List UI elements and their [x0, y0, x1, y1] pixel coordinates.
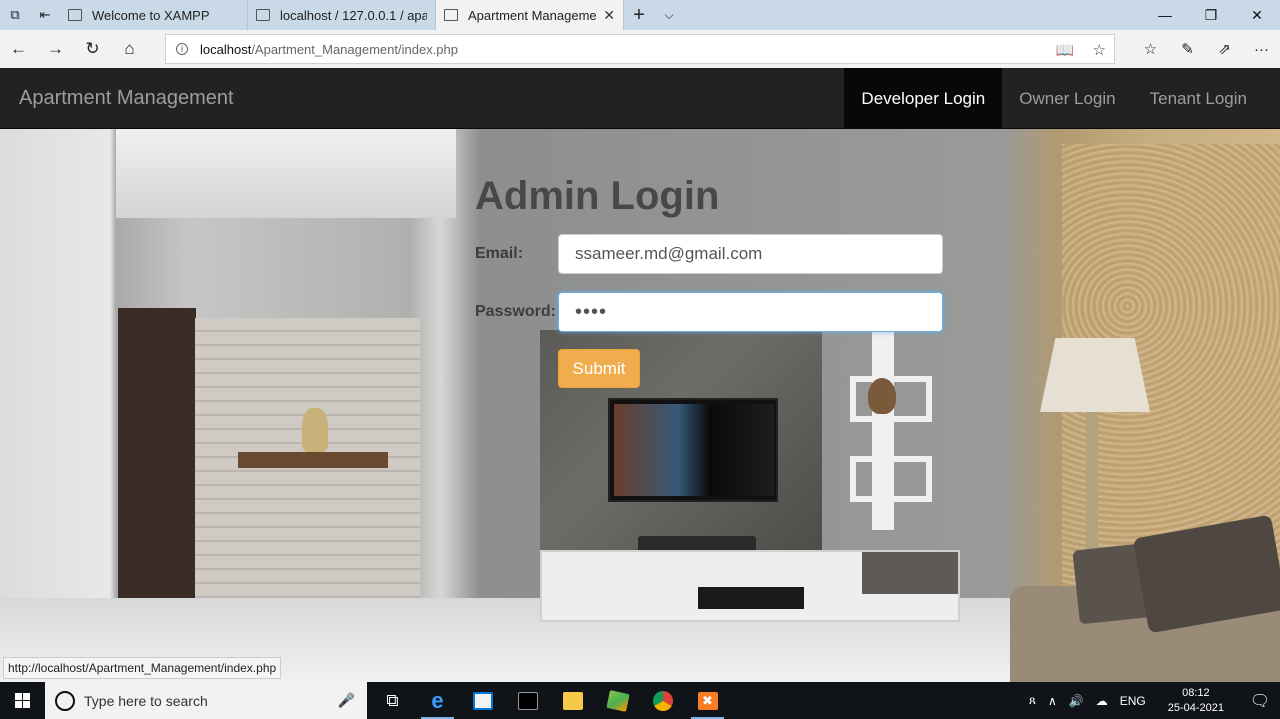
close-window-button[interactable]: ✕ [1234, 0, 1280, 30]
chevron-down-icon[interactable]: ⌵ [654, 0, 684, 30]
password-field[interactable]: •••• [558, 292, 943, 332]
info-icon[interactable]: i [176, 43, 188, 55]
minimize-button[interactable]: — [1142, 0, 1188, 30]
taskbar: Type here to search 🎤 ⧉ e ✖ ጸ ∧ 🔊 ☁ ENG … [0, 682, 1280, 719]
background-cabinet [540, 550, 960, 622]
system-tray: ጸ ∧ 🔊 ☁ ENG 08:12 25-04-2021 🗨 [1023, 682, 1280, 719]
cortana-icon [55, 690, 75, 711]
terminal-icon[interactable] [505, 682, 550, 719]
edge-icon[interactable]: e [415, 682, 460, 719]
task-view-icon[interactable]: ⧉ [370, 682, 415, 719]
page-icon [256, 9, 270, 21]
window-controls: — ❐ ✕ [1142, 0, 1280, 30]
home-button[interactable]: ⌂ [111, 30, 148, 68]
nav-developer-login[interactable]: Developer Login [844, 68, 1003, 129]
background-lamp [1040, 338, 1150, 412]
web-page: Apartment Management Developer Login Own… [0, 68, 1280, 682]
new-tab-button[interactable]: + [624, 0, 654, 30]
forward-button[interactable]: → [37, 30, 74, 68]
background-shelf [238, 452, 388, 468]
bluestacks-icon[interactable] [595, 682, 640, 719]
page-icon [68, 9, 82, 21]
store-icon[interactable] [460, 682, 505, 719]
background-ceiling [116, 128, 456, 218]
refresh-button[interactable]: ↻ [74, 30, 111, 68]
pen-icon[interactable]: ✎ [1169, 30, 1206, 68]
tab-set-aside-icon[interactable]: ⧉ [0, 0, 30, 30]
people-icon[interactable]: ጸ [1023, 693, 1042, 708]
chrome-icon[interactable] [640, 682, 685, 719]
file-explorer-icon[interactable] [550, 682, 595, 719]
back-button[interactable]: ← [0, 30, 37, 68]
browser-toolbar: ← → ↻ ⌂ i localhost/Apartment_Management… [0, 30, 1280, 68]
status-url-tooltip: http://localhost/Apartment_Management/in… [3, 657, 282, 679]
notification-icon[interactable]: 🗨 [1240, 691, 1280, 711]
chevron-up-icon[interactable]: ∧ [1042, 694, 1063, 708]
tab-back-icon[interactable]: ⇤ [30, 0, 60, 30]
tab-title: Apartment Managemer [468, 7, 598, 23]
password-label: Password: [475, 303, 556, 320]
background-statue [302, 408, 328, 452]
reading-view-icon[interactable]: 📖 [1056, 41, 1075, 59]
page-icon [444, 9, 458, 21]
clock-time: 08:12 [1182, 686, 1210, 699]
language-indicator[interactable]: ENG [1114, 694, 1152, 708]
tab-title: Welcome to XAMPP [92, 7, 210, 23]
background-side-shelf [850, 330, 932, 530]
background-tv [608, 398, 778, 502]
xampp-icon[interactable]: ✖ [685, 682, 730, 719]
background-vase [868, 378, 896, 414]
tab-title: localhost / 127.0.0.1 / aparti [280, 7, 427, 23]
clock[interactable]: 08:12 25-04-2021 [1152, 686, 1240, 716]
address-bar[interactable]: i localhost/Apartment_Management/index.p… [165, 34, 1115, 64]
site-navbar: Apartment Management Developer Login Own… [0, 68, 1280, 129]
url-host: localhost [200, 41, 252, 57]
more-icon[interactable]: ··· [1243, 30, 1280, 68]
submit-button[interactable]: Submit [558, 349, 640, 388]
cloud-icon[interactable]: ☁ [1090, 694, 1114, 708]
page-title: Admin Login [475, 174, 720, 218]
favorites-hub-icon[interactable]: ☆ [1132, 30, 1169, 68]
favorite-star-icon[interactable]: ☆ [1093, 41, 1106, 59]
share-icon[interactable]: ⇗ [1206, 30, 1243, 68]
microphone-icon[interactable]: 🎤 [338, 692, 355, 709]
email-field[interactable]: ssameer.md@gmail.com [558, 234, 943, 274]
taskbar-apps: ⧉ e ✖ [370, 682, 730, 719]
close-tab-icon[interactable]: ✕ [603, 7, 615, 24]
tab-welcome-xampp[interactable]: Welcome to XAMPP [60, 0, 248, 30]
tab-apartment-management[interactable]: Apartment Managemer ✕ [436, 0, 624, 30]
clock-date: 25-04-2021 [1167, 701, 1224, 714]
site-nav-links: Developer Login Owner Login Tenant Login [844, 68, 1264, 129]
site-brand[interactable]: Apartment Management [19, 68, 234, 129]
background-dvd-player [698, 587, 804, 609]
browser-tab-strip: ⧉ ⇤ Welcome to XAMPP localhost / 127.0.0… [0, 0, 1280, 30]
search-placeholder: Type here to search [84, 692, 208, 709]
taskbar-search[interactable]: Type here to search 🎤 [45, 682, 367, 719]
background-door [118, 308, 196, 608]
url-path: /Apartment_Management/index.php [251, 41, 458, 57]
windows-icon [15, 693, 30, 708]
email-label: Email: [475, 245, 524, 262]
volume-icon[interactable]: 🔊 [1063, 694, 1090, 708]
start-button[interactable] [0, 682, 45, 719]
nav-owner-login[interactable]: Owner Login [1002, 68, 1132, 129]
maximize-button[interactable]: ❐ [1188, 0, 1234, 30]
nav-tenant-login[interactable]: Tenant Login [1133, 68, 1264, 129]
tab-phpmyadmin[interactable]: localhost / 127.0.0.1 / aparti [248, 0, 436, 30]
